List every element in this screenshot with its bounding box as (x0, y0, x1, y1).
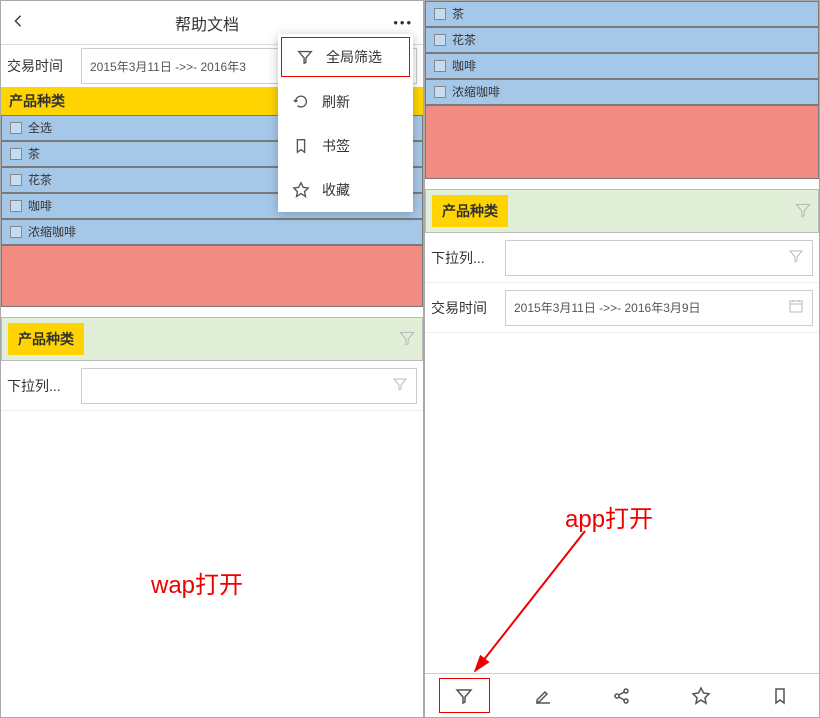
date-range-input[interactable]: 2015年3月11日 ->>- 2016年3月9日 (505, 290, 813, 326)
red-block (1, 245, 423, 307)
list-item[interactable]: 浓缩咖啡 (1, 219, 423, 245)
date-range-label: 交易时间 (431, 298, 499, 318)
date-range-value: 2015年3月11日 ->>- 2016年3月9日 (514, 299, 701, 316)
star-icon (292, 181, 310, 199)
filter-icon (296, 48, 314, 66)
calendar-icon (788, 298, 804, 317)
red-block (425, 105, 819, 179)
more-menu: 全局筛选 刷新 书签 收藏 (278, 34, 413, 212)
more-icon[interactable]: ••• (383, 15, 413, 30)
dropdown-input[interactable] (81, 368, 417, 404)
app-panel: 茶 花茶 咖啡 浓缩咖啡 产品种类 下拉列... 交易时间 2015年3月11日… (424, 0, 820, 718)
dropdown-row: 下拉列... (1, 361, 423, 411)
wap-panel: 帮助文档 ••• 交易时间 2015年3月11日 ->>- 2016年3 产品种… (0, 0, 424, 718)
dropdown-row: 下拉列... (425, 233, 819, 283)
bottom-toolbar (425, 673, 819, 717)
toolbar-edit-button[interactable] (504, 674, 583, 717)
dropdown-label: 下拉列... (7, 376, 75, 396)
bookmark-icon (292, 137, 310, 155)
star-icon (691, 686, 711, 706)
menu-item-bookmark[interactable]: 书签 (278, 124, 413, 168)
list-item[interactable]: 花茶 (425, 27, 819, 53)
menu-item-favorite[interactable]: 收藏 (278, 168, 413, 212)
filter-icon (788, 248, 804, 267)
filter-bar[interactable]: 产品种类 (1, 317, 423, 361)
bookmark-icon (770, 686, 790, 706)
checkbox-icon[interactable] (434, 86, 446, 98)
date-range-row: 交易时间 2015年3月11日 ->>- 2016年3月9日 (425, 283, 819, 333)
date-range-value: 2015年3月11日 ->>- 2016年3 (90, 58, 246, 75)
checkbox-icon[interactable] (10, 148, 22, 160)
edit-icon (533, 686, 553, 706)
refresh-icon (292, 93, 310, 111)
list-item[interactable]: 咖啡 (425, 53, 819, 79)
page-title: 帮助文档 (31, 11, 383, 35)
app-caption: app打开 (565, 499, 653, 534)
filter-icon[interactable] (398, 329, 416, 350)
toolbar-favorite-button[interactable] (661, 674, 740, 717)
dropdown-input[interactable] (505, 240, 813, 276)
menu-item-global-filter[interactable]: 全局筛选 (281, 37, 410, 77)
toolbar-bookmark-button[interactable] (740, 674, 819, 717)
arrow-annotation (465, 521, 625, 681)
list-item[interactable]: 浓缩咖啡 (425, 79, 819, 105)
date-range-label: 交易时间 (7, 56, 75, 76)
toolbar-share-button[interactable] (583, 674, 662, 717)
checkbox-icon[interactable] (434, 60, 446, 72)
filter-icon (454, 686, 474, 706)
share-icon (612, 686, 632, 706)
list-item[interactable]: 茶 (425, 1, 819, 27)
back-button[interactable] (11, 14, 31, 31)
menu-item-refresh[interactable]: 刷新 (278, 80, 413, 124)
wap-caption: wap打开 (151, 565, 243, 600)
filter-bar[interactable]: 产品种类 (425, 189, 819, 233)
dropdown-label: 下拉列... (431, 248, 499, 268)
checkbox-icon[interactable] (434, 34, 446, 46)
checkbox-icon[interactable] (10, 226, 22, 238)
toolbar-filter-button[interactable] (425, 674, 504, 717)
checkbox-icon[interactable] (434, 8, 446, 20)
checkbox-icon[interactable] (10, 200, 22, 212)
checkbox-icon[interactable] (10, 122, 22, 134)
filter-chip[interactable]: 产品种类 (8, 323, 84, 355)
filter-icon[interactable] (794, 201, 812, 222)
filter-chip[interactable]: 产品种类 (432, 195, 508, 227)
checkbox-icon[interactable] (10, 174, 22, 186)
filter-icon (392, 376, 408, 395)
